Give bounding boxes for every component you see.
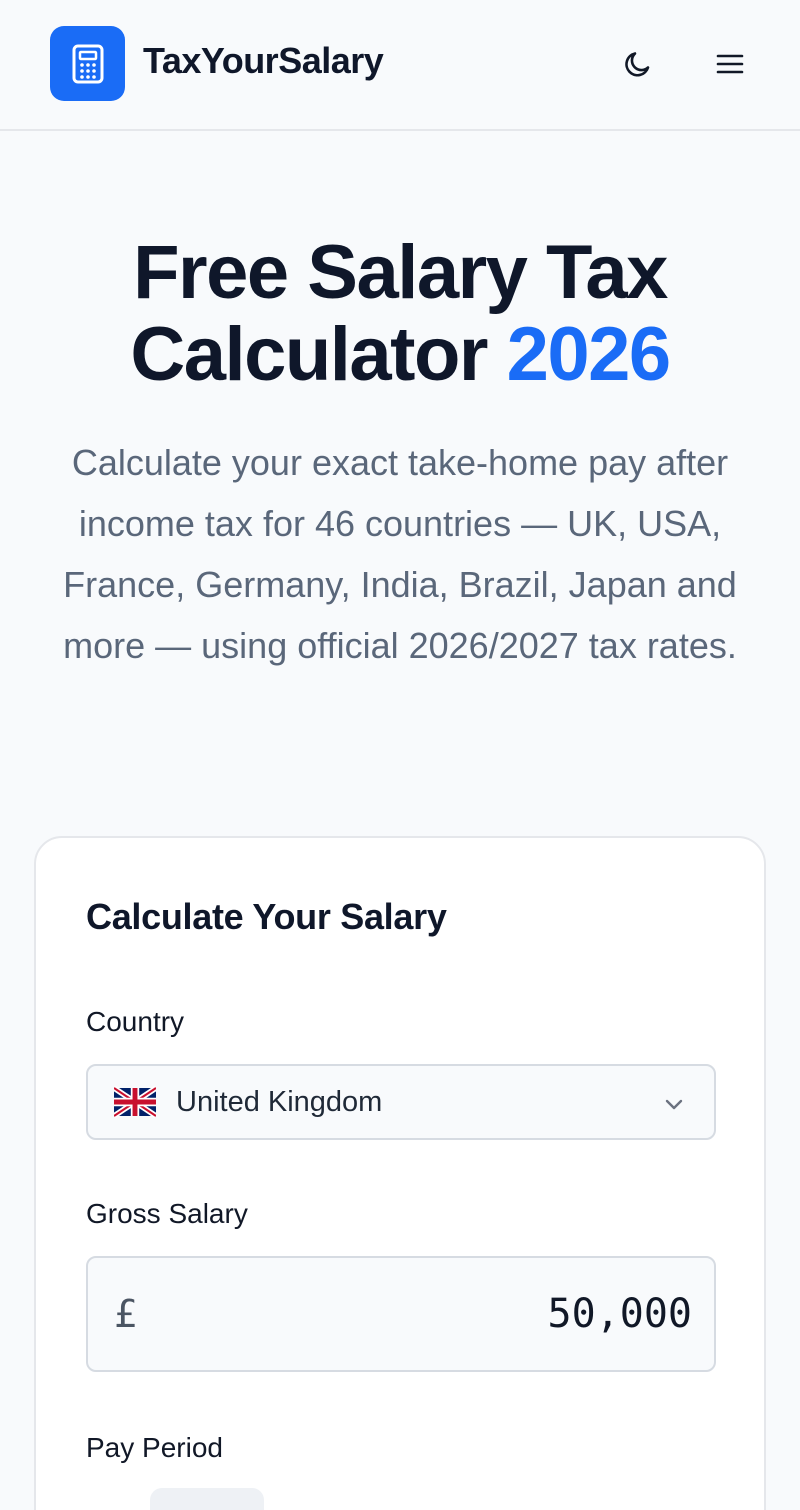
brand-name[interactable]: TaxYourSalary: [143, 40, 384, 82]
site-header: TaxYourSalary: [0, 0, 800, 131]
gross-salary-label: Gross Salary: [86, 1198, 248, 1229]
hero-title: Free Salary Tax Calculator 2026: [0, 232, 800, 396]
theme-toggle-button[interactable]: [614, 40, 662, 88]
calculator-title: Calculate Your Salary: [86, 896, 447, 937]
menu-button[interactable]: [706, 40, 754, 88]
country-label: Country: [86, 1006, 185, 1037]
country-select[interactable]: United Kingdom: [86, 1064, 716, 1140]
calculator-card: Calculate Your Salary Country United Kin…: [34, 836, 766, 1510]
calculator-icon: [72, 44, 103, 83]
country-select-value: United Kingdom: [176, 1086, 383, 1118]
gross-salary-input[interactable]: [168, 1282, 692, 1346]
moon-icon: [625, 52, 650, 77]
currency-symbol: £: [114, 1292, 137, 1336]
pay-period-label: Pay Period: [86, 1432, 223, 1463]
hero-title-year: 2026: [506, 312, 672, 397]
uk-flag-icon: [114, 1086, 156, 1118]
gross-salary-field[interactable]: £: [86, 1256, 716, 1372]
chevron-down-icon: [665, 1099, 683, 1110]
pay-period-option[interactable]: [150, 1488, 264, 1510]
logo[interactable]: [50, 26, 125, 101]
hamburger-menu-icon: [716, 54, 744, 74]
hero-subtitle: Calculate your exact take-home pay after…: [63, 442, 737, 666]
